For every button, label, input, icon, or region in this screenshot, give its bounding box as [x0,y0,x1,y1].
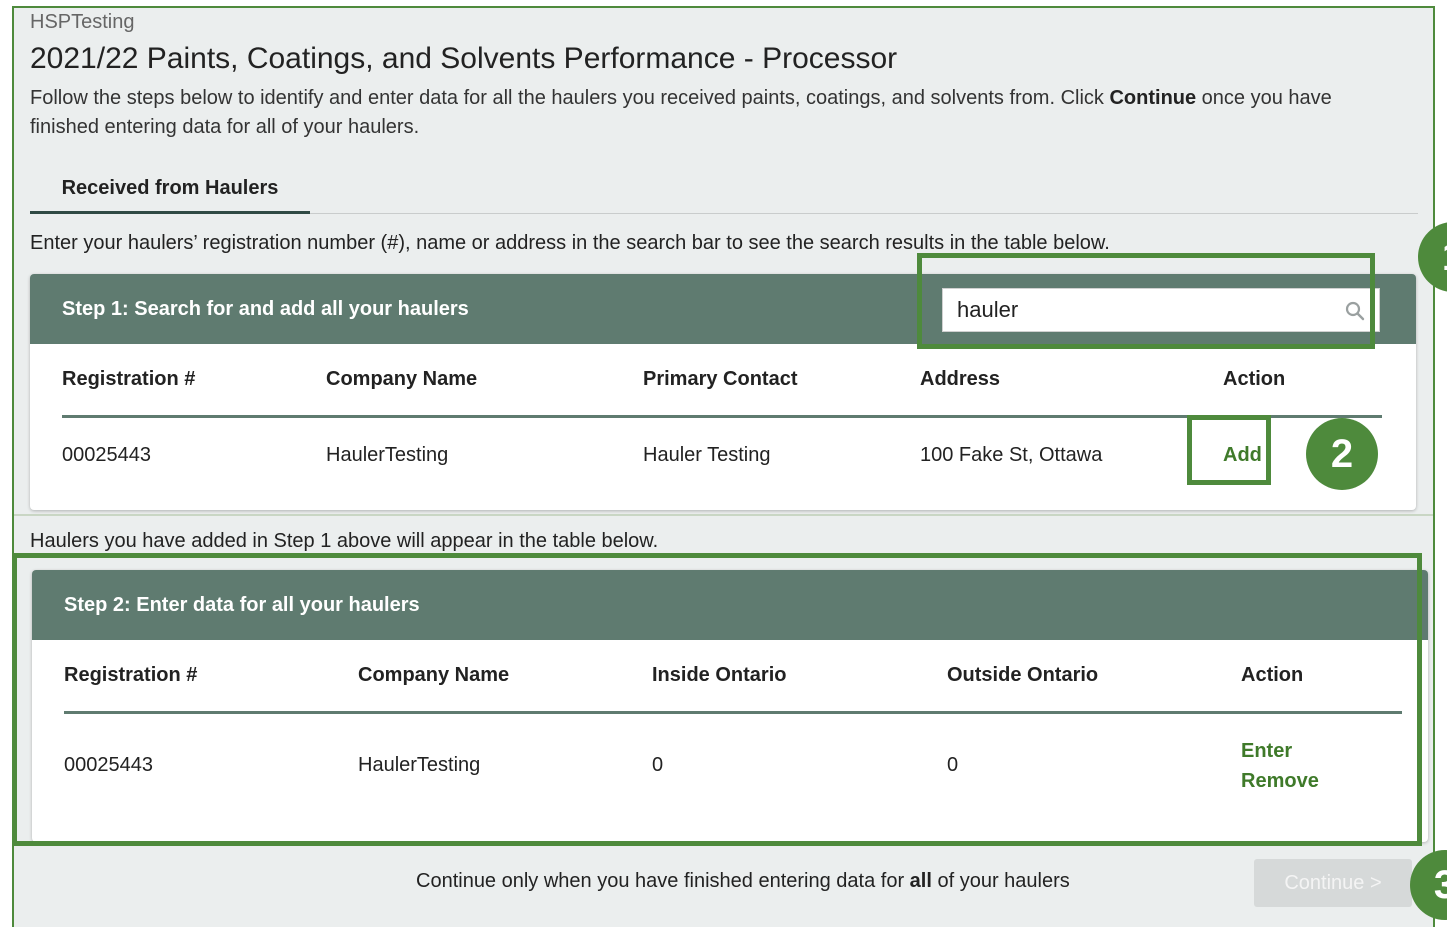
column-header: Registration # [62,344,326,418]
step-badge-2: 2 [1306,418,1378,490]
intro-continue-bold: Continue [1109,87,1197,109]
continue-button[interactable]: Continue > [1254,859,1412,907]
tab-bar: Received from Haulers [30,168,1418,214]
continue-note-bold: all [909,870,932,892]
column-header: Company Name [326,344,643,418]
registration-cell: 00025443 [62,444,151,467]
tab-received-from-haulers[interactable]: Received from Haulers [30,168,310,214]
table-header-row: Registration # Company Name Primary Cont… [62,344,1382,418]
contact-cell: Hauler Testing [643,444,771,467]
step2-highlight-box [12,553,1422,846]
page-title: 2021/22 Paints, Coatings, and Solvents P… [30,42,898,75]
company-cell: HaulerTesting [326,444,449,467]
continue-note-part: of your haulers [931,870,1070,892]
table-row: 00025443 HaulerTesting Hauler Testing 10… [62,416,1382,494]
step2-helper-text: Haulers you have added in Step 1 above w… [30,530,659,552]
step1-helper-text: Enter your haulers’ registration number … [30,232,1110,254]
intro-text: Follow the steps below to identify and e… [30,84,1400,142]
search-highlight-box [917,253,1375,349]
intro-text-part: Follow the steps below to identify and e… [30,87,1110,109]
continue-note: Continue only when you have finished ent… [416,870,1070,893]
org-name: HSPTesting [30,11,135,33]
address-cell: 100 Fake St, Ottawa [920,444,1103,467]
column-header: Primary Contact [643,344,920,418]
section-divider [14,514,1433,516]
search-results-table: Registration # Company Name Primary Cont… [62,344,1382,494]
column-header: Address [920,344,1223,418]
add-highlight-box [1187,415,1271,485]
continue-note-part: Continue only when you have finished ent… [416,870,910,892]
column-header: Action [1223,344,1382,418]
